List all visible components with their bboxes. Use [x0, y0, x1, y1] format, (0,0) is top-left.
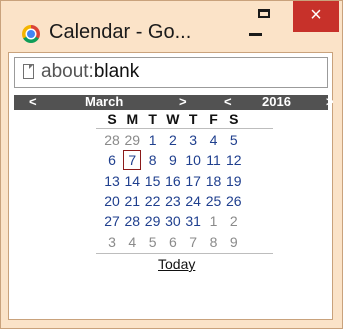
- url-text[interactable]: about:blank: [41, 61, 139, 83]
- weekday-label: W: [166, 111, 180, 127]
- day-cell[interactable]: 3: [103, 234, 121, 250]
- chrome-icon: [22, 25, 40, 43]
- day-cell[interactable]: 22: [144, 193, 162, 209]
- weekday-label: T: [188, 111, 198, 127]
- day-cell[interactable]: 29: [144, 213, 162, 229]
- calendar-header: < March > < 2016 >: [14, 94, 334, 110]
- day-cell[interactable]: 28: [103, 132, 121, 148]
- day-cell[interactable]: 20: [103, 193, 121, 209]
- day-cell[interactable]: 25: [205, 193, 223, 209]
- page-icon: [23, 64, 34, 79]
- day-cell[interactable]: 28: [123, 213, 141, 229]
- day-cell[interactable]: 13: [103, 173, 121, 189]
- day-cell[interactable]: 27: [103, 213, 121, 229]
- weekday-label: T: [148, 111, 157, 127]
- day-cell[interactable]: 6: [103, 152, 121, 168]
- weekday-label: S: [229, 111, 239, 127]
- day-cell[interactable]: 3: [184, 132, 202, 148]
- day-cell[interactable]: 11: [205, 152, 223, 168]
- weekday-label: M: [126, 111, 139, 127]
- day-cell[interactable]: 4: [123, 234, 141, 250]
- day-cell-selected[interactable]: 7: [123, 150, 142, 171]
- day-cell[interactable]: 2: [225, 213, 243, 229]
- url-host: blank: [93, 61, 140, 82]
- day-cell[interactable]: 18: [205, 173, 223, 189]
- day-cell[interactable]: 30: [164, 213, 182, 229]
- day-cell[interactable]: 23: [164, 193, 182, 209]
- day-cell[interactable]: 8: [205, 234, 223, 250]
- prev-month-button[interactable]: <: [29, 94, 37, 110]
- weekday-divider: [96, 128, 273, 129]
- prev-year-button[interactable]: <: [224, 94, 232, 110]
- address-bar[interactable]: about:blank: [14, 57, 328, 88]
- day-cell[interactable]: 2: [164, 132, 182, 148]
- day-cell[interactable]: 16: [164, 173, 182, 189]
- today-link[interactable]: Today: [158, 256, 195, 272]
- close-button[interactable]: ×: [293, 1, 339, 32]
- window-title: Calendar - Go...: [49, 21, 192, 43]
- day-cell[interactable]: 6: [164, 234, 182, 250]
- day-cell[interactable]: 15: [144, 173, 162, 189]
- day-cell[interactable]: 10: [184, 152, 202, 168]
- day-cell[interactable]: 1: [144, 132, 162, 148]
- next-year-button[interactable]: >: [326, 94, 334, 110]
- day-cell[interactable]: 19: [225, 173, 243, 189]
- day-cell[interactable]: 1: [205, 213, 223, 229]
- day-cell[interactable]: 7: [184, 234, 202, 250]
- day-cell[interactable]: 12: [225, 152, 243, 168]
- maximize-button[interactable]: [248, 3, 288, 31]
- day-cell[interactable]: 8: [144, 152, 162, 168]
- year-label: 2016: [262, 94, 291, 109]
- weekday-label: F: [209, 111, 218, 127]
- day-cell[interactable]: 21: [123, 193, 141, 209]
- weekday-label: S: [107, 111, 117, 127]
- title-bar[interactable]: Calendar - Go... ×: [1, 1, 342, 49]
- day-cell[interactable]: 9: [225, 234, 243, 250]
- day-cell[interactable]: 29: [123, 132, 141, 148]
- month-label: March: [85, 94, 124, 109]
- day-cell[interactable]: 9: [164, 152, 182, 168]
- day-cell[interactable]: 5: [144, 234, 162, 250]
- day-cell[interactable]: 26: [225, 193, 243, 209]
- day-cell[interactable]: 5: [225, 132, 243, 148]
- next-month-button[interactable]: >: [179, 94, 187, 110]
- day-cell[interactable]: 31: [184, 213, 202, 229]
- url-scheme: about:: [41, 61, 94, 82]
- footer-divider: [96, 253, 273, 254]
- day-cell[interactable]: 14: [123, 173, 141, 189]
- day-cell[interactable]: 24: [184, 193, 202, 209]
- day-cell[interactable]: 17: [184, 173, 202, 189]
- day-cell[interactable]: 4: [205, 132, 223, 148]
